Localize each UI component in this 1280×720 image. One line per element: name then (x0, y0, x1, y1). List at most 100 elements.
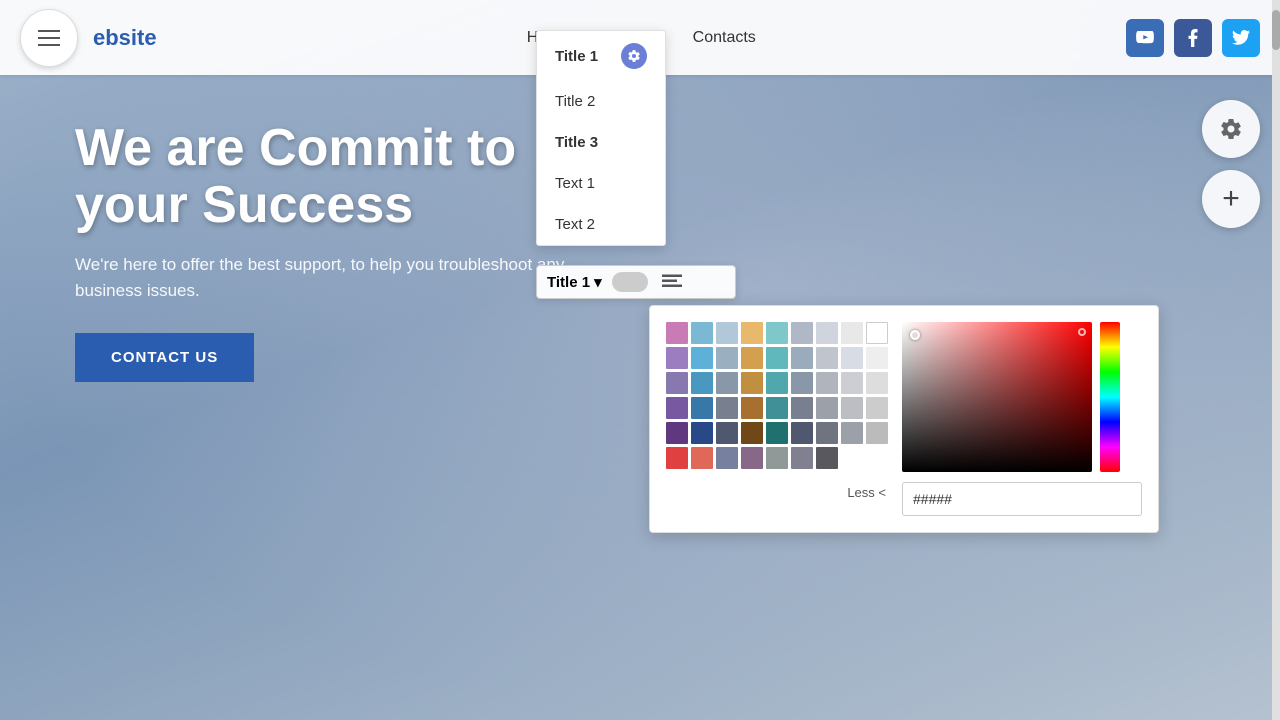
color-swatch-45[interactable] (666, 447, 688, 469)
color-swatch-51[interactable] (816, 447, 838, 469)
header-left: ebsite (20, 9, 157, 67)
dropdown-item-text2[interactable]: Text 2 (537, 204, 665, 245)
hex-color-input[interactable] (902, 482, 1142, 516)
hex-input-row (902, 482, 1142, 516)
scrollbar[interactable] (1272, 0, 1280, 720)
color-swatch-27[interactable] (666, 397, 688, 419)
color-swatch-32[interactable] (791, 397, 813, 419)
dropdown-label-title3: Title 3 (555, 134, 598, 151)
color-swatch-34[interactable] (841, 397, 863, 419)
social-icons (1126, 19, 1260, 57)
style-toggle[interactable] (612, 272, 648, 292)
gear-icon (1219, 117, 1243, 141)
style-select-button[interactable]: Title 1 ▾ (547, 273, 602, 291)
color-swatch-14[interactable] (791, 347, 813, 369)
color-swatch-5[interactable] (791, 322, 813, 344)
color-swatch-21[interactable] (741, 372, 763, 394)
color-swatch-7[interactable] (841, 322, 863, 344)
color-swatch-30[interactable] (741, 397, 763, 419)
less-button[interactable]: Less < (666, 485, 886, 500)
color-swatch-23[interactable] (791, 372, 813, 394)
color-swatch-36[interactable] (666, 422, 688, 444)
color-swatch-42[interactable] (816, 422, 838, 444)
color-picker-body: Less < (666, 322, 1142, 516)
color-swatch-11[interactable] (716, 347, 738, 369)
color-swatch-33[interactable] (816, 397, 838, 419)
color-swatch-10[interactable] (691, 347, 713, 369)
gradient-canvas-container[interactable] (902, 322, 1092, 472)
plus-icon: + (1222, 182, 1240, 216)
color-swatch-8[interactable] (866, 322, 888, 344)
color-swatch-3[interactable] (741, 322, 763, 344)
color-swatch-41[interactable] (791, 422, 813, 444)
dropdown-item-title3[interactable]: Title 3 (537, 122, 665, 163)
title1-settings-icon[interactable] (621, 43, 647, 69)
align-button[interactable] (658, 272, 686, 292)
color-swatch-28[interactable] (691, 397, 713, 419)
dropdown-label-title1: Title 1 (555, 48, 598, 65)
chevron-down-icon: ▾ (594, 273, 602, 291)
settings-circle-icon (627, 49, 641, 63)
color-swatch-26[interactable] (866, 372, 888, 394)
hue-bar[interactable] (1100, 322, 1120, 472)
color-swatch-39[interactable] (741, 422, 763, 444)
dropdown-item-text1[interactable]: Text 1 (537, 163, 665, 204)
facebook-icon-btn[interactable] (1174, 19, 1212, 57)
align-icon (662, 274, 682, 290)
dropdown-item-title2[interactable]: Title 2 (537, 81, 665, 122)
color-swatch-17[interactable] (866, 347, 888, 369)
settings-button[interactable] (1202, 100, 1260, 158)
right-action-buttons: + (1202, 100, 1260, 228)
color-swatches-grid (666, 322, 886, 469)
youtube-icon-btn[interactable] (1126, 19, 1164, 57)
color-swatch-49[interactable] (766, 447, 788, 469)
add-button[interactable]: + (1202, 170, 1260, 228)
dropdown-item-title1[interactable]: Title 1 (537, 31, 665, 81)
color-swatch-12[interactable] (741, 347, 763, 369)
color-swatch-20[interactable] (716, 372, 738, 394)
scrollbar-thumb[interactable] (1272, 10, 1280, 50)
color-swatch-50[interactable] (791, 447, 813, 469)
color-swatch-13[interactable] (766, 347, 788, 369)
hamburger-line-2 (38, 37, 60, 39)
site-title: ebsite (93, 25, 157, 51)
gradient-picker-area (902, 322, 1142, 516)
color-swatch-4[interactable] (766, 322, 788, 344)
color-swatch-29[interactable] (716, 397, 738, 419)
color-swatch-24[interactable] (816, 372, 838, 394)
facebook-icon (1188, 29, 1198, 47)
color-swatch-16[interactable] (841, 347, 863, 369)
color-swatch-6[interactable] (816, 322, 838, 344)
color-swatch-37[interactable] (691, 422, 713, 444)
color-swatch-47[interactable] (716, 447, 738, 469)
nav-contacts[interactable]: Contacts (693, 29, 756, 47)
twitter-icon-btn[interactable] (1222, 19, 1260, 57)
color-swatch-18[interactable] (666, 372, 688, 394)
color-swatch-46[interactable] (691, 447, 713, 469)
color-swatch-38[interactable] (716, 422, 738, 444)
color-swatch-9[interactable] (666, 347, 688, 369)
color-swatch-25[interactable] (841, 372, 863, 394)
dropdown-label-text2: Text 2 (555, 216, 595, 233)
contact-us-button[interactable]: CONTACT US (75, 333, 254, 382)
color-swatch-48[interactable] (741, 447, 763, 469)
color-swatch-22[interactable] (766, 372, 788, 394)
dark-gradient (902, 322, 1092, 472)
hero-subtitle: We're here to offer the best support, to… (75, 252, 575, 303)
color-picker-panel: Less < (649, 305, 1159, 533)
color-swatch-0[interactable] (666, 322, 688, 344)
text-style-dropdown: Title 1 Title 2 Title 3 Text 1 Text 2 (536, 30, 666, 246)
color-swatch-2[interactable] (716, 322, 738, 344)
color-swatch-40[interactable] (766, 422, 788, 444)
hamburger-line-1 (38, 30, 60, 32)
color-swatch-35[interactable] (866, 397, 888, 419)
color-swatch-43[interactable] (841, 422, 863, 444)
color-swatch-1[interactable] (691, 322, 713, 344)
color-swatch-15[interactable] (816, 347, 838, 369)
color-swatch-19[interactable] (691, 372, 713, 394)
text-formatting-toolbar: Title 1 ▾ (536, 265, 736, 299)
hamburger-button[interactable] (20, 9, 78, 67)
color-swatch-31[interactable] (766, 397, 788, 419)
color-swatch-44[interactable] (866, 422, 888, 444)
gradient-cursor (910, 330, 920, 340)
